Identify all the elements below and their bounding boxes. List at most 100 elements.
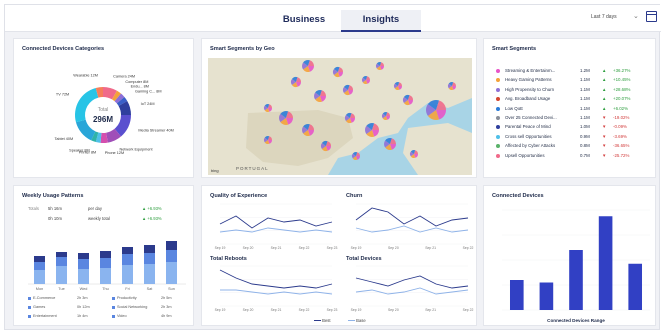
weekly-bar-segment[interactable] bbox=[100, 258, 111, 268]
arrow-up-icon: ▲ bbox=[602, 86, 607, 92]
legend-swatch bbox=[112, 305, 115, 309]
tab-insights[interactable]: Insights bbox=[341, 10, 421, 32]
weekly-bar-segment[interactable] bbox=[78, 253, 89, 259]
tab-business[interactable]: Business bbox=[273, 10, 335, 32]
slice-label: TV 72M bbox=[56, 93, 69, 97]
device-bar[interactable] bbox=[539, 282, 554, 311]
card-title: Smart Segments bbox=[492, 46, 537, 52]
segment-name: Upsell Opportunities bbox=[505, 152, 545, 158]
segment-row[interactable]: Avg. Broadband Usage 1.1M ▲ +20.07% bbox=[496, 96, 652, 104]
segment-color-dot bbox=[496, 97, 500, 102]
connected-devices-card: Connected Devices Connected Devices Rang… bbox=[483, 185, 656, 326]
weekly-legend-item: Productivity 2h 5m bbox=[112, 296, 172, 300]
legend-value: 4h 9m bbox=[161, 314, 172, 318]
weekly-bar-segment[interactable] bbox=[100, 251, 111, 258]
segment-color-dot bbox=[496, 116, 500, 120]
weekly-legend-item: Video 4h 9m bbox=[112, 314, 172, 318]
weekly-total-value: 0h 10m bbox=[48, 216, 62, 221]
weekly-bar-segment[interactable] bbox=[166, 241, 177, 250]
segment-row[interactable]: Cross sell Opportunities 0.9M ▼ -3.69% bbox=[496, 134, 652, 142]
weekly-bar-segment[interactable] bbox=[56, 252, 67, 257]
weekly-bar-segment[interactable] bbox=[78, 259, 89, 269]
segment-color-dot bbox=[496, 153, 500, 158]
weekly-bar-segment[interactable] bbox=[144, 264, 155, 284]
legend-name: Video bbox=[117, 314, 127, 318]
weekly-bar-segment[interactable] bbox=[122, 254, 133, 265]
segment-name: Cross sell Opportunities bbox=[505, 133, 552, 139]
series-line bbox=[219, 215, 333, 229]
weekly-total-change: ▲ +6.93% bbox=[142, 216, 162, 221]
segment-name: Streaming & Entertainm... bbox=[505, 68, 556, 73]
slice-label: Media Streamer 40M bbox=[138, 128, 173, 132]
segment-row[interactable]: Parental Peace of Mind 1.0M ▼ -0.09% bbox=[496, 124, 652, 132]
weekly-bar-segment[interactable] bbox=[56, 266, 67, 284]
land-mass bbox=[403, 123, 472, 175]
weekly-bar-segment[interactable] bbox=[166, 262, 177, 284]
legend-swatch bbox=[28, 314, 31, 318]
device-bar[interactable] bbox=[628, 263, 643, 310]
weekly-legend-item: Social Networking 2h 3m bbox=[112, 305, 172, 309]
chevron-down-icon[interactable]: ⌄ bbox=[633, 12, 639, 20]
weekly-bar-segment[interactable] bbox=[122, 247, 133, 254]
legend-label: Best bbox=[322, 318, 331, 323]
trend-line-charts: Sep 19 Sep 20 Sep 21 Sep 22 Sep 23 Sep 19 Sep … bbox=[215, 203, 474, 312]
segment-row[interactable]: Streaming & Entertainm... 1.2M ▲ +36.27% bbox=[496, 68, 652, 76]
weekly-bar-segment[interactable] bbox=[144, 253, 155, 264]
segment-row[interactable]: High Propensity to Churn 1.1M ▲ +28.68% bbox=[496, 87, 652, 95]
weekly-bar-segment[interactable] bbox=[34, 256, 45, 262]
per-day-value: 5h 16m bbox=[48, 206, 62, 211]
legend-best: Best bbox=[314, 318, 331, 323]
segment-value: 0.7M bbox=[580, 152, 590, 158]
segment-row[interactable]: Heavy Gaming Patterns 1.1M ▲ +10.45% bbox=[496, 77, 652, 85]
weekly-bar-segment[interactable] bbox=[34, 270, 45, 284]
slice-label: Wearable 12M bbox=[73, 73, 98, 77]
legend-value: 2h 5m bbox=[161, 296, 172, 300]
map[interactable]: PORTUGAL bing bbox=[208, 58, 472, 175]
legend-swatch bbox=[28, 296, 31, 300]
calendar-icon[interactable] bbox=[646, 11, 657, 22]
top-bar: Business Insights Last 7 days ⌄ bbox=[5, 5, 661, 32]
segment-change: -36.65% bbox=[613, 143, 630, 149]
weekly-bar-segment[interactable] bbox=[122, 265, 133, 284]
segment-value: 0.9M bbox=[580, 133, 590, 139]
x-tick-label: Sep 23 bbox=[327, 246, 338, 250]
weekly-bar-segment[interactable] bbox=[78, 269, 89, 284]
segment-row[interactable]: Upsell Opportunities 0.7M ▼ -25.72% bbox=[496, 153, 652, 161]
x-tick-label: Sep 21 bbox=[271, 308, 282, 312]
connected-devices-bar-chart: Connected Devices Range bbox=[502, 209, 650, 323]
device-bar[interactable] bbox=[569, 250, 583, 310]
device-bar[interactable] bbox=[598, 216, 613, 310]
country-label: PORTUGAL bbox=[236, 166, 269, 171]
x-tick-label: Sep 19 bbox=[215, 246, 226, 250]
weekly-bar-segment[interactable] bbox=[144, 245, 155, 253]
weekly-bar-segment[interactable] bbox=[34, 262, 45, 270]
device-bar[interactable] bbox=[509, 280, 524, 310]
segment-change: +6.02% bbox=[613, 105, 629, 111]
segment-name: Heavy Gaming Patterns bbox=[505, 77, 552, 83]
x-tick-label: Sep 22 bbox=[463, 308, 474, 312]
segment-row[interactable]: Low QoE 1.1M ▲ +6.02% bbox=[496, 106, 652, 114]
series-line bbox=[219, 227, 333, 233]
segment-row[interactable]: Affected by Cyber Attacks 0.8M ▼ -36.65% bbox=[496, 143, 652, 151]
weekly-total-label: weekly total bbox=[88, 216, 110, 221]
card-title: Weekly Usage Patterns bbox=[22, 193, 84, 199]
segment-color-dot bbox=[496, 78, 500, 83]
day-label: Sat bbox=[147, 287, 154, 290]
segment-row[interactable]: Over 25 Connected Devi... 1.1M ▼ -19.02% bbox=[496, 115, 652, 123]
slice-label: Endu... 8M bbox=[131, 84, 149, 88]
legend-value: 1h 4m bbox=[77, 314, 88, 318]
arrow-down-icon: ▼ bbox=[602, 152, 607, 158]
series-line bbox=[355, 275, 469, 289]
slice-label: Phone 12M bbox=[105, 151, 124, 155]
legend-name: Social Networking bbox=[117, 305, 148, 309]
date-range-select[interactable]: Last 7 days bbox=[591, 14, 617, 20]
weekly-bar-segment[interactable] bbox=[56, 257, 67, 266]
weekly-bar-segment[interactable] bbox=[166, 250, 177, 262]
weekly-bar-segment[interactable] bbox=[100, 268, 111, 284]
x-tick-label: Sep 21 bbox=[271, 246, 282, 250]
segment-change: -19.02% bbox=[613, 115, 630, 120]
slice-label: Network Equipment bbox=[119, 147, 153, 151]
arrow-down-icon: ▼ bbox=[602, 143, 607, 149]
bing-logo: bing bbox=[211, 168, 219, 173]
segment-color-dot bbox=[496, 144, 500, 149]
